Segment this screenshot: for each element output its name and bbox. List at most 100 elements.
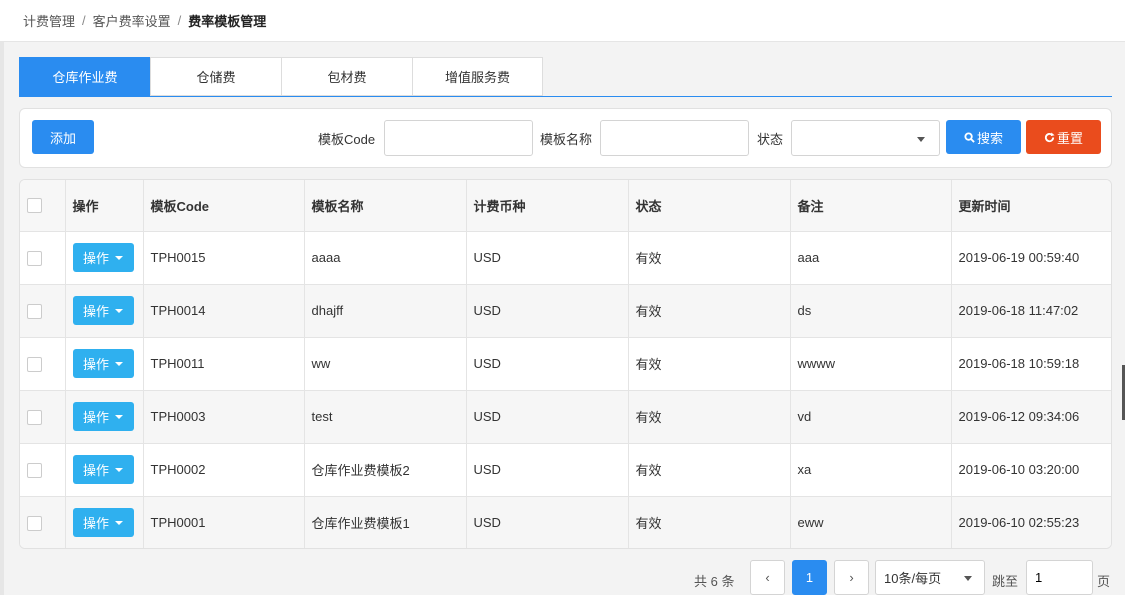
row-action-dropdown-button[interactable]: 操作	[72, 243, 134, 272]
caret-down-icon	[115, 255, 123, 260]
cell-currency: USD	[466, 231, 629, 285]
cell-updated-time: 2019-06-10 03:20:00	[951, 443, 1111, 497]
row-checkbox[interactable]	[27, 250, 42, 266]
next-page-button[interactable]: ›	[834, 560, 869, 595]
template-name-input[interactable]	[600, 120, 749, 156]
row-checkbox[interactable]	[27, 303, 42, 319]
header-template-code: 模板Code	[143, 180, 305, 232]
select-all-checkbox[interactable]	[27, 198, 42, 214]
cell-remark: eww	[790, 496, 952, 548]
cell-remark: vd	[790, 390, 952, 444]
cell-template-code: TPH0015	[143, 231, 305, 285]
prev-page-button[interactable]: ‹	[750, 560, 785, 595]
table-row: 操作 TPH0003 test USD 有效 vd 2019-06-12 09:34:06	[20, 390, 1111, 444]
cell-status: 有效	[628, 284, 791, 338]
cell-template-name: ww	[304, 337, 467, 391]
table-header-row: 操作 模板Code 模板名称 计费币种 状态 备注 更新时间	[20, 180, 1111, 232]
refresh-icon	[1044, 131, 1055, 142]
row-select-cell	[20, 390, 66, 444]
tab-warehouse-operation-fee[interactable]: 仓库作业费	[19, 57, 150, 96]
caret-down-icon	[115, 414, 123, 419]
header-template-name: 模板名称	[304, 180, 467, 232]
cell-status: 有效	[628, 443, 791, 497]
row-select-cell	[20, 284, 66, 338]
page-size-value: 10条/每页	[884, 571, 942, 586]
jump-page-input[interactable]	[1026, 560, 1093, 595]
row-action-label: 操作	[82, 251, 109, 266]
tab-value-added-fee[interactable]: 增值服务费	[412, 57, 543, 96]
cell-currency: USD	[466, 496, 629, 548]
cell-template-name: aaaa	[304, 231, 467, 285]
search-button[interactable]: 搜索	[946, 120, 1021, 154]
header-status: 状态	[628, 180, 791, 232]
row-select-cell	[20, 443, 66, 497]
row-action-dropdown-button[interactable]: 操作	[72, 508, 134, 538]
row-action-label: 操作	[82, 357, 109, 372]
chevron-down-icon	[964, 576, 972, 581]
cell-template-name: test	[304, 390, 467, 444]
cell-remark: aaa	[790, 231, 952, 285]
row-action-cell: 操作	[65, 390, 144, 444]
chevron-down-icon	[917, 137, 925, 142]
breadcrumb: 计费管理 / 客户费率设置 / 费率模板管理	[0, 0, 1125, 42]
tab-bar: 仓库作业费 仓储费 包材费 增值服务费	[19, 57, 543, 96]
cell-status: 有效	[628, 337, 791, 391]
row-action-dropdown-button[interactable]: 操作	[72, 296, 134, 325]
cell-currency: USD	[466, 390, 629, 444]
table-row: 操作 TPH0014 dhajff USD 有效 ds 2019-06-18 11:47:0…	[20, 284, 1111, 338]
tab-underline	[19, 96, 1112, 97]
row-checkbox[interactable]	[27, 515, 42, 531]
search-button-label: 搜索	[976, 130, 1003, 146]
row-checkbox[interactable]	[27, 409, 42, 425]
cell-updated-time: 2019-06-12 09:34:06	[951, 390, 1111, 444]
row-action-cell: 操作	[65, 443, 144, 497]
row-action-dropdown-button[interactable]: 操作	[72, 349, 134, 378]
chevron-right-icon: ›	[849, 570, 854, 585]
template-code-label: 模板Code	[318, 132, 376, 147]
tab-storage-fee[interactable]: 仓储费	[150, 57, 281, 96]
template-code-input[interactable]	[384, 120, 533, 156]
row-action-dropdown-button[interactable]: 操作	[72, 402, 134, 431]
row-checkbox[interactable]	[27, 356, 42, 372]
header-action: 操作	[65, 180, 144, 232]
add-button[interactable]: 添加	[32, 120, 94, 154]
row-action-label: 操作	[82, 410, 109, 425]
total-count: 共 6 条	[694, 574, 735, 589]
row-action-label: 操作	[82, 304, 109, 319]
header-updated-time: 更新时间	[951, 180, 1111, 232]
cell-template-code: TPH0001	[143, 496, 305, 548]
row-action-dropdown-button[interactable]: 操作	[72, 455, 134, 484]
cell-template-name: dhajff	[304, 284, 467, 338]
breadcrumb-item-customer-rate[interactable]: 客户费率设置	[93, 11, 171, 30]
template-table: 操作 模板Code 模板名称 计费币种 状态 备注 更新时间 操作 TPH0015…	[19, 179, 1112, 549]
reset-button[interactable]: 重置	[1026, 120, 1101, 154]
chevron-left-icon: ‹	[765, 570, 770, 585]
tab-packaging-fee[interactable]: 包材费	[281, 57, 412, 96]
pagination: 共 6 条 ‹ 1 › 10条/每页 跳至 页	[0, 560, 1125, 595]
page-suffix-label: 页	[1097, 574, 1111, 589]
cell-status: 有效	[628, 496, 791, 548]
cell-updated-time: 2019-06-18 11:47:02	[951, 284, 1111, 338]
page-size-select[interactable]: 10条/每页	[875, 560, 985, 595]
page-button-current[interactable]: 1	[792, 560, 827, 595]
cell-currency: USD	[466, 443, 629, 497]
row-checkbox[interactable]	[27, 462, 42, 478]
caret-down-icon	[115, 520, 123, 525]
cell-remark: xa	[790, 443, 952, 497]
cell-status: 有效	[628, 231, 791, 285]
search-icon	[964, 131, 975, 143]
row-action-cell: 操作	[65, 496, 144, 548]
breadcrumb-item-current: 费率模板管理	[188, 14, 267, 29]
table-row: 操作 TPH0001 仓库作业费模板1 USD 有效 eww 2019-06-10 02:5…	[20, 496, 1111, 548]
table-body: 操作 TPH0015 aaaa USD 有效 aaa 2019-06-19 00:59:40…	[20, 231, 1111, 548]
caret-down-icon	[115, 467, 123, 472]
cell-template-name: 仓库作业费模板2	[304, 443, 467, 497]
row-select-cell	[20, 231, 66, 285]
cell-remark: wwww	[790, 337, 952, 391]
cell-updated-time: 2019-06-19 00:59:40	[951, 231, 1111, 285]
status-select[interactable]	[791, 120, 940, 156]
reset-button-label: 重置	[1056, 130, 1083, 146]
cell-remark: ds	[790, 284, 952, 338]
breadcrumb-item-billing[interactable]: 计费管理	[23, 11, 75, 30]
row-action-cell: 操作	[65, 337, 144, 391]
